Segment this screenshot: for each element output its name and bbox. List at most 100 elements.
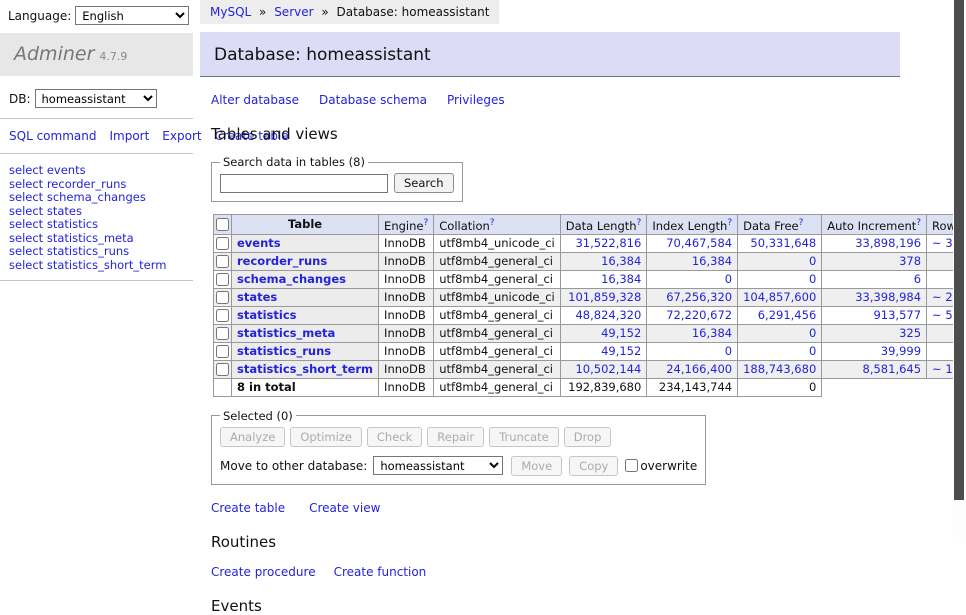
index-length-link[interactable]: 24,166,400 <box>666 362 732 376</box>
auto-increment-link[interactable]: 913,577 <box>873 308 921 322</box>
help-link-data-length[interactable]: ? <box>637 218 642 228</box>
breadcrumb-separator: » <box>318 5 333 19</box>
auto-increment-cell: 8,581,645 <box>822 360 927 378</box>
index-length-link[interactable]: 0 <box>725 344 732 358</box>
row-checkbox-statistics[interactable] <box>216 309 229 322</box>
table-link-schema-changes[interactable]: schema_changes <box>237 272 346 286</box>
sidebar-item-select-schema-changes[interactable]: select schema_changes <box>9 191 193 205</box>
data-free-link[interactable]: 0 <box>809 326 816 340</box>
routine-link-create-function[interactable]: Create function <box>334 565 427 579</box>
help-link-engine[interactable]: ? <box>423 218 428 228</box>
row-checkbox-schema-changes[interactable] <box>216 273 229 286</box>
sidebar-item-select-statistics[interactable]: select statistics <box>9 218 193 232</box>
row-checkbox-events[interactable] <box>216 237 229 250</box>
row-checkbox-statistics-meta[interactable] <box>216 327 229 340</box>
engine-cell: InnoDB <box>379 270 434 288</box>
help-link-collation[interactable]: ? <box>490 218 495 228</box>
data-free-link[interactable]: 0 <box>809 254 816 268</box>
total-data-free-cell: 0 <box>738 378 822 396</box>
sidebar-item-select-statistics-meta[interactable]: select statistics_meta <box>9 232 193 246</box>
vertical-scrollbar-track[interactable] <box>953 0 966 543</box>
sidebar-item-select-statistics-runs[interactable]: select statistics_runs <box>9 245 193 259</box>
data-length-link[interactable]: 16,384 <box>601 254 641 268</box>
footer-link-create-table[interactable]: Create table <box>211 501 285 515</box>
data-free-link[interactable]: 104,857,600 <box>743 290 816 304</box>
total-data-length-cell: 192,839,680 <box>560 378 647 396</box>
move-button[interactable]: Move <box>511 456 562 476</box>
data-length-link[interactable]: 16,384 <box>601 272 641 286</box>
data-free-link[interactable]: 0 <box>809 344 816 358</box>
sidebar-item-select-events[interactable]: select events <box>9 164 193 178</box>
index-length-link[interactable]: 70,467,584 <box>666 236 732 250</box>
optimize-button[interactable]: Optimize <box>290 427 362 447</box>
db-link-alter-database[interactable]: Alter database <box>211 93 299 107</box>
table-link-statistics[interactable]: statistics <box>237 308 297 322</box>
table-link-statistics-meta[interactable]: statistics_meta <box>237 326 335 340</box>
data-length-link[interactable]: 10,502,144 <box>575 362 641 376</box>
routine-link-create-procedure[interactable]: Create procedure <box>211 565 316 579</box>
index-length-link[interactable]: 16,384 <box>692 254 732 268</box>
data-length-link[interactable]: 49,152 <box>601 326 641 340</box>
auto-increment-link[interactable]: 6 <box>914 272 921 286</box>
check-button[interactable]: Check <box>367 427 422 447</box>
data-free-link[interactable]: 0 <box>809 272 816 286</box>
table-link-states[interactable]: states <box>237 290 277 304</box>
sidebar-item-select-states[interactable]: select states <box>9 205 193 219</box>
truncate-button[interactable]: Truncate <box>489 427 559 447</box>
auto-increment-link[interactable]: 378 <box>899 254 921 268</box>
footer-link-create-view[interactable]: Create view <box>309 501 380 515</box>
auto-increment-link[interactable]: 8,581,645 <box>863 362 922 376</box>
help-link-index-length[interactable]: ? <box>727 218 732 228</box>
table-link-events[interactable]: events <box>237 236 281 250</box>
routines-heading: Routines <box>211 533 966 551</box>
data-free-link[interactable]: 50,331,648 <box>750 236 816 250</box>
data-length-link[interactable]: 48,824,320 <box>575 308 641 322</box>
table-link-recorder-runs[interactable]: recorder_runs <box>237 254 327 268</box>
sidebar-link-sql-command[interactable]: SQL command <box>9 129 96 143</box>
row-checkbox-states[interactable] <box>216 291 229 304</box>
sidebar-item-select-recorder-runs[interactable]: select recorder_runs <box>9 178 193 192</box>
data-length-link[interactable]: 31,522,816 <box>575 236 641 250</box>
help-link-data-free[interactable]: ? <box>799 218 804 228</box>
data-length-link[interactable]: 49,152 <box>601 344 641 358</box>
row-checkbox-recorder-runs[interactable] <box>216 255 229 268</box>
copy-button[interactable]: Copy <box>569 456 618 476</box>
table-link-statistics-runs[interactable]: statistics_runs <box>237 344 331 358</box>
row-checkbox-statistics-short-term[interactable] <box>216 363 229 376</box>
drop-button[interactable]: Drop <box>564 427 612 447</box>
move-database-select[interactable]: homeassistant <box>373 456 503 475</box>
data-length-link[interactable]: 101,859,328 <box>568 290 641 304</box>
auto-increment-link[interactable]: 325 <box>899 326 921 340</box>
breadcrumb-link-mysql[interactable]: MySQL <box>210 5 251 19</box>
index-length-link[interactable]: 0 <box>725 272 732 286</box>
language-select[interactable]: English <box>75 6 189 25</box>
data-free-link[interactable]: 188,743,680 <box>743 362 816 376</box>
index-length-cell: 72,220,672 <box>647 306 738 324</box>
select-all-checkbox[interactable] <box>216 218 229 231</box>
vertical-scrollbar-thumb[interactable] <box>954 0 964 500</box>
row-checkbox-statistics-runs[interactable] <box>216 345 229 358</box>
breadcrumb-current: Database: homeassistant <box>337 5 490 19</box>
db-link-database-schema[interactable]: Database schema <box>319 93 427 107</box>
repair-button[interactable]: Repair <box>427 427 484 447</box>
search-button[interactable]: Search <box>394 173 454 193</box>
search-input[interactable] <box>220 174 388 193</box>
data-free-link[interactable]: 6,291,456 <box>758 308 817 322</box>
db-select[interactable]: homeassistant <box>35 89 157 108</box>
db-link-privileges[interactable]: Privileges <box>447 93 505 107</box>
data-free-cell: 104,857,600 <box>738 288 822 306</box>
overwrite-checkbox[interactable] <box>625 459 638 472</box>
help-link-auto-increment[interactable]: ? <box>916 218 921 228</box>
index-length-link[interactable]: 16,384 <box>692 326 732 340</box>
table-link-statistics-short-term[interactable]: statistics_short_term <box>237 362 373 376</box>
auto-increment-link[interactable]: 33,398,984 <box>855 290 921 304</box>
breadcrumb-link-server[interactable]: Server <box>274 5 313 19</box>
auto-increment-link[interactable]: 39,999 <box>881 344 921 358</box>
auto-increment-cell: 6 <box>822 270 927 288</box>
index-length-link[interactable]: 72,220,672 <box>666 308 732 322</box>
sidebar-item-select-statistics-short-term[interactable]: select statistics_short_term <box>9 259 193 273</box>
auto-increment-link[interactable]: 33,898,196 <box>855 236 921 250</box>
analyze-button[interactable]: Analyze <box>220 427 285 447</box>
sidebar-link-import[interactable]: Import <box>109 129 149 143</box>
index-length-link[interactable]: 67,256,320 <box>666 290 732 304</box>
